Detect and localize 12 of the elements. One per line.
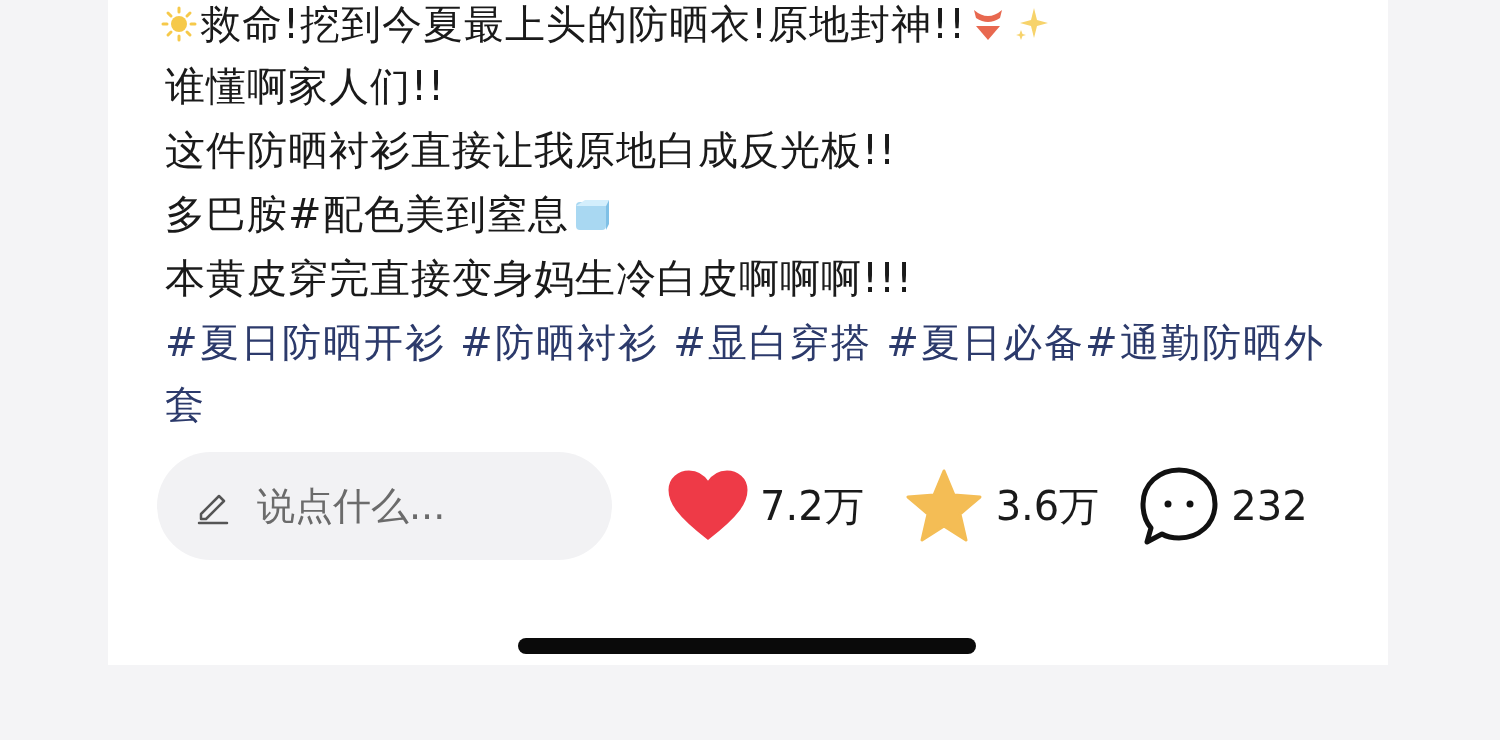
hashtags[interactable]: #夏日防晒开衫 #防晒衬衫 #显白穿搭 #夏日必备#通勤防晒外套 (165, 312, 1365, 436)
post-text: 本黄皮穿完直接变身妈生冷白皮啊啊啊!!! (165, 253, 914, 303)
post-text: 谁懂啊家人们!! (165, 61, 446, 111)
comment-icon (1139, 466, 1220, 546)
post-text: 这件防晒衬衫直接让我原地白成反光板!! (165, 125, 897, 175)
sun-icon (161, 6, 197, 42)
comment-input[interactable]: 说点什么... (157, 452, 612, 560)
post-text: 多巴胺#配色美到窒息 (165, 189, 569, 239)
comment-count: 232 (1231, 483, 1308, 529)
favorite-count: 3.6万 (995, 481, 1100, 531)
post-text: 救命!挖到今夏最上头的防晒衣!原地封神!! (201, 0, 967, 49)
like-count: 7.2万 (760, 481, 864, 531)
